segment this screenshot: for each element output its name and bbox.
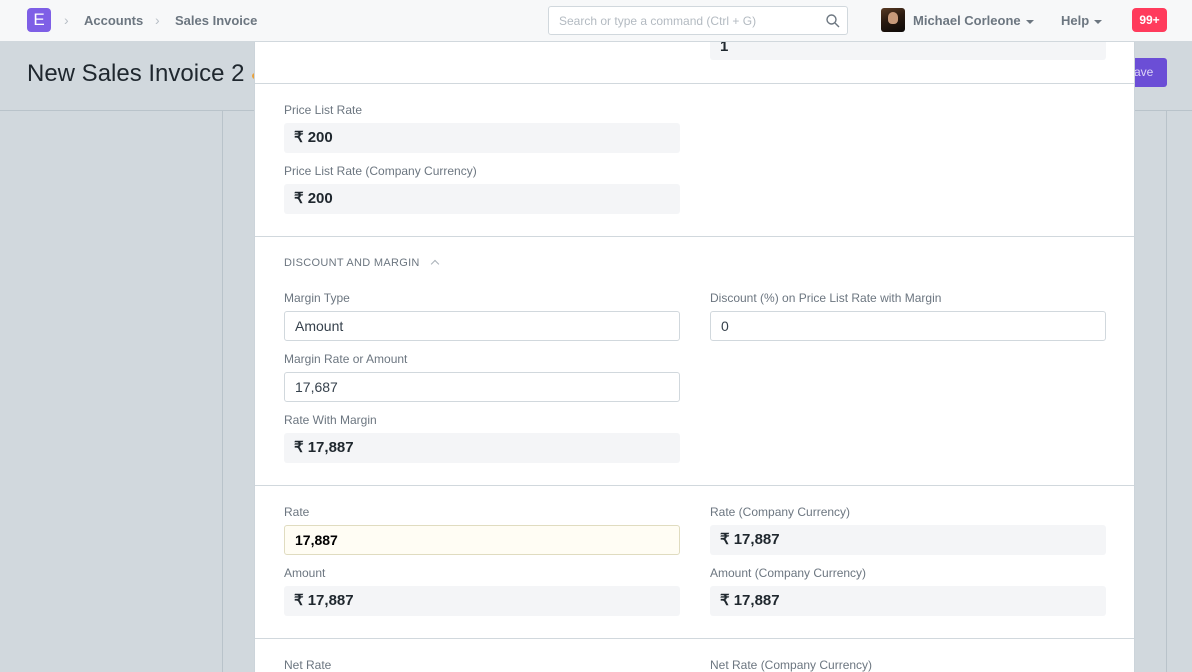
amount-company-label: Amount (Company Currency) [710,566,867,580]
margin-type-label: Margin Type [284,291,350,305]
user-name: Michael Corleone [913,13,1021,28]
search-icon [826,14,840,28]
user-menu[interactable]: Michael Corleone [913,13,1034,28]
net-rate-label: Net Rate [284,658,332,672]
item-edit-dialog: 1 Price List Rate ₹ 200 Price List Rate … [254,42,1135,672]
section-title: DISCOUNT AND MARGIN [284,257,420,269]
notification-badge[interactable]: 99+ [1132,8,1167,32]
amount-value: ₹ 17,887 [284,586,680,616]
rate-with-margin-value: ₹ 17,887 [284,433,680,463]
breadcrumb-sales-invoice[interactable]: Sales Invoice [175,13,257,28]
search-placeholder: Search or type a command (Ctrl + G) [559,14,757,28]
margin-rate-input[interactable]: 17,687 [284,372,680,402]
section-divider [255,236,1134,237]
rate-label: Rate [284,505,310,519]
top-field-value: 1 [710,42,1106,60]
avatar[interactable] [881,8,905,32]
chevron-up-icon [430,259,439,269]
chevron-right-icon: › [155,12,160,28]
margin-type-select[interactable]: Amount [284,311,680,341]
amount-company-value: ₹ 17,887 [710,586,1106,616]
page-title: New Sales Invoice 2 [27,60,245,87]
search-input[interactable]: Search or type a command (Ctrl + G) [548,6,848,35]
help-menu[interactable]: Help [1061,13,1103,28]
net-rate-company-label: Net Rate (Company Currency) [710,658,873,672]
help-label: Help [1061,13,1090,28]
discount-label: Discount (%) on Price List Rate with Mar… [710,291,942,305]
caret-down-icon [1094,19,1103,24]
rate-company-value: ₹ 17,887 [710,525,1106,555]
amount-label: Amount [284,566,326,580]
section-divider [255,638,1134,639]
app-logo[interactable]: E [27,8,51,32]
price-list-rate-value: ₹ 200 [284,123,680,153]
section-divider [255,83,1134,84]
rate-input[interactable]: 17,887 [284,525,680,555]
breadcrumb-accounts[interactable]: Accounts [84,13,143,28]
caret-down-icon [1025,19,1034,24]
section-divider [255,485,1134,486]
discount-input[interactable]: 0 [710,311,1106,341]
price-list-rate-company-value: ₹ 200 [284,184,680,214]
rate-with-margin-label: Rate With Margin [284,413,377,427]
rate-company-label: Rate (Company Currency) [710,505,851,519]
discount-and-margin-section-toggle[interactable]: DISCOUNT AND MARGIN [284,257,439,269]
price-list-rate-company-label: Price List Rate (Company Currency) [284,164,477,178]
margin-rate-label: Margin Rate or Amount [284,352,408,366]
price-list-rate-label: Price List Rate [284,103,363,117]
navbar: E › Accounts › Sales Invoice Search or t… [0,0,1192,42]
chevron-right-icon: › [64,12,69,28]
